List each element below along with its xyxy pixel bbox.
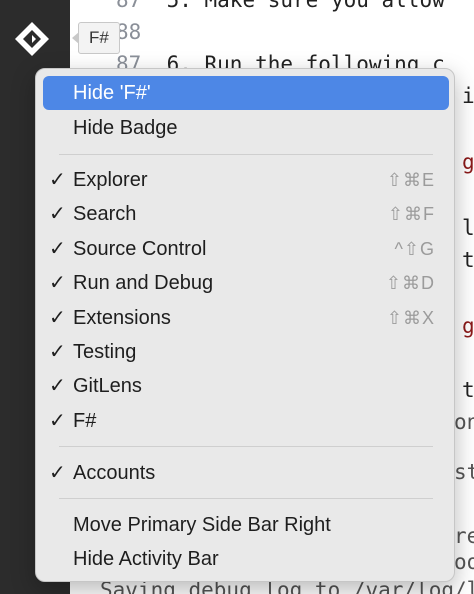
- menu-separator: [59, 498, 433, 499]
- menu-item-label: Accounts: [73, 462, 156, 484]
- code-text: t: [462, 378, 474, 402]
- menu-item-search[interactable]: ✓ Search ⇧⌘F: [43, 197, 449, 231]
- menu-item-shortcut: ⇧⌘X: [386, 308, 435, 328]
- menu-item-label: Move Primary Side Bar Right: [73, 514, 331, 536]
- code-line: 87 5. Make sure you allow: [116, 0, 445, 12]
- fsharp-icon[interactable]: [14, 21, 50, 57]
- line-number: 87: [116, 0, 142, 12]
- menu-item-accounts[interactable]: ✓ Accounts: [43, 456, 449, 490]
- check-icon: ✓: [49, 307, 66, 329]
- check-icon: ✓: [49, 203, 66, 225]
- menu-item-shortcut: ⇧⌘D: [385, 273, 435, 293]
- menu-item-source-control[interactable]: ✓ Source Control ^⇧G: [43, 232, 449, 266]
- code-text: l: [462, 216, 474, 240]
- menu-separator: [59, 154, 433, 155]
- menu-item-label: GitLens: [73, 375, 142, 397]
- menu-item-label: Hide Badge: [73, 117, 178, 139]
- menu-separator: [59, 446, 433, 447]
- menu-item-fsharp[interactable]: ✓ F#: [43, 404, 449, 438]
- menu-item-label: Source Control: [73, 238, 207, 260]
- menu-item-hide-badge[interactable]: Hide Badge: [43, 111, 449, 145]
- menu-item-run-and-debug[interactable]: ✓ Run and Debug ⇧⌘D: [43, 266, 449, 300]
- menu-item-label: Extensions: [73, 307, 171, 329]
- code-text: st: [454, 460, 474, 484]
- code-text: g: [462, 314, 474, 338]
- menu-item-shortcut: ⇧⌘F: [387, 204, 435, 224]
- menu-item-label: Run and Debug: [73, 272, 214, 294]
- menu-item-label: Testing: [73, 341, 137, 363]
- menu-item-label: Hide Activity Bar: [73, 548, 219, 570]
- code-text: t: [462, 248, 474, 272]
- check-icon: ✓: [49, 375, 66, 397]
- check-icon: ✓: [49, 410, 66, 432]
- check-icon: ✓: [49, 238, 66, 260]
- menu-item-move-side-bar-right[interactable]: Move Primary Side Bar Right: [43, 508, 449, 542]
- check-icon: ✓: [49, 169, 66, 191]
- menu-item-hide-activity-bar[interactable]: Hide Activity Bar: [43, 542, 449, 576]
- menu-item-extensions[interactable]: ✓ Extensions ⇧⌘X: [43, 301, 449, 335]
- menu-item-gitlens[interactable]: ✓ GitLens: [43, 369, 449, 403]
- menu-item-shortcut: ⇧⌘E: [386, 170, 435, 190]
- check-icon: ✓: [49, 462, 66, 484]
- code-text: 5. Make sure you allow: [166, 0, 445, 12]
- activity-bar-context-menu: Hide 'F#' Hide Badge ✓ Explorer ⇧⌘E ✓ Se…: [35, 68, 455, 582]
- menu-item-label: Search: [73, 203, 137, 225]
- fsharp-tooltip: F#: [72, 22, 120, 54]
- code-text: on: [454, 410, 474, 434]
- menu-item-shortcut: ^⇧G: [394, 239, 435, 259]
- code-text: oo: [454, 550, 474, 574]
- code-text: g: [462, 150, 474, 174]
- check-icon: ✓: [49, 272, 66, 294]
- code-text: i: [462, 84, 474, 108]
- code-text: re: [454, 524, 474, 548]
- check-icon: ✓: [49, 341, 66, 363]
- menu-item-testing[interactable]: ✓ Testing: [43, 335, 449, 369]
- menu-item-hide-fsharp[interactable]: Hide 'F#': [43, 76, 449, 110]
- menu-item-explorer[interactable]: ✓ Explorer ⇧⌘E: [43, 163, 449, 197]
- menu-item-label: Explorer: [73, 169, 148, 191]
- menu-item-label: F#: [73, 410, 97, 432]
- menu-item-label: Hide 'F#': [73, 82, 151, 104]
